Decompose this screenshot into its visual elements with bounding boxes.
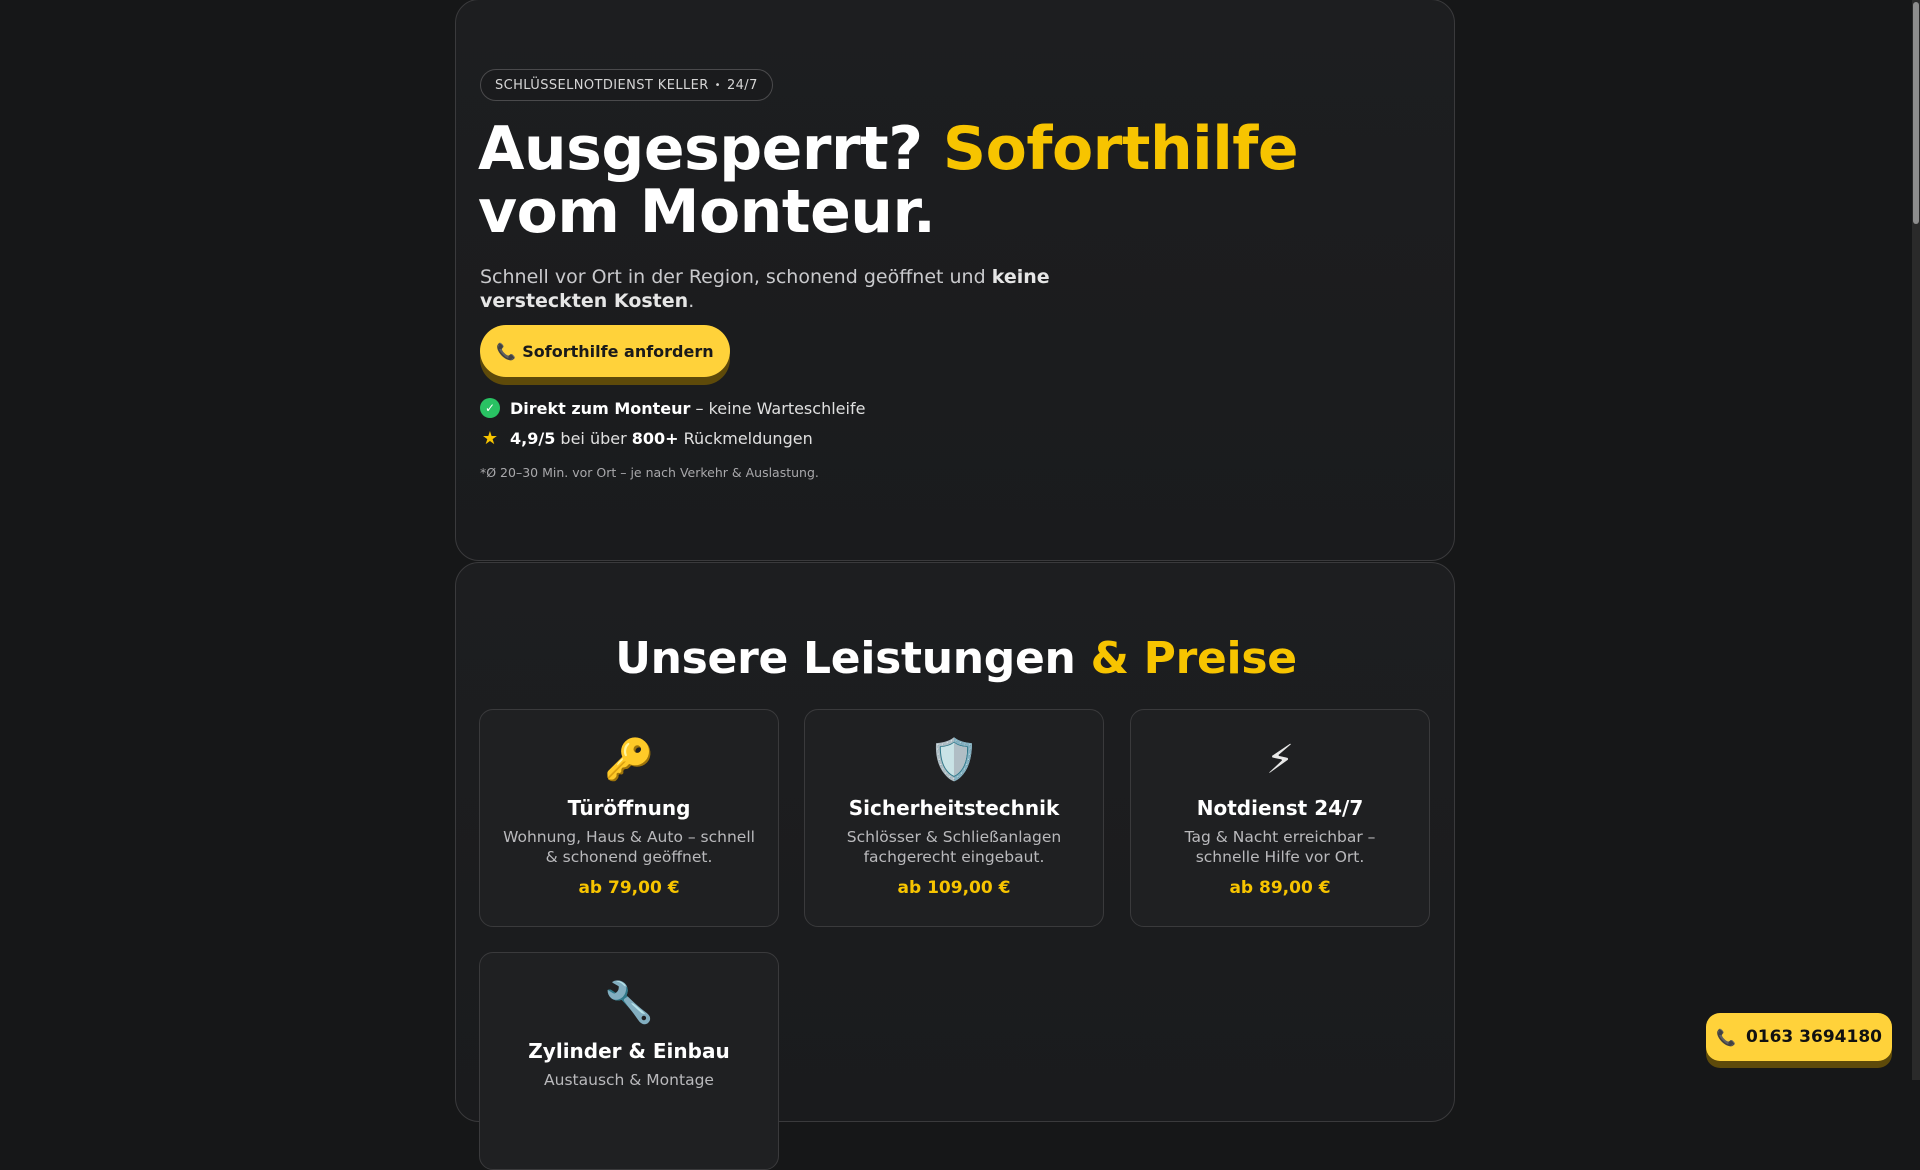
badge-hours: 24/7 [726, 77, 758, 93]
service-title: Notdienst 24/7 [1196, 796, 1364, 820]
subtitle-end: . [688, 290, 695, 312]
shield-icon: 🛡️ [929, 737, 979, 783]
service-card-notdienst[interactable]: ⚡ Notdienst 24/7 Tag & Nacht erreichbar … [1130, 709, 1430, 927]
rating-rest: Rückmeldungen [678, 429, 813, 448]
wrench-icon: 🔧 [604, 980, 654, 1026]
rating-mid: bei über [555, 429, 632, 448]
service-desc: Schlösser & Schließanlagen fachgerecht e… [846, 828, 1062, 866]
phone-icon: 📞 [496, 341, 517, 361]
feature1-bold: Direkt zum Monteur [510, 398, 691, 418]
service-title: Türöffnung [567, 796, 691, 820]
service-badge: SCHLÜSSELNOTDIENST KELLER • 24/7 [480, 69, 773, 101]
service-desc: Wohnung, Haus & Auto – schnell & schonen… [503, 828, 755, 866]
cta-label: Soforthilfe anfordern [522, 341, 714, 361]
service-price: ab 79,00 € [578, 878, 680, 898]
phone-icon: 📞 [1716, 1027, 1736, 1047]
service-desc: Tag & Nacht erreichbar – schnelle Hilfe … [1184, 828, 1376, 866]
feature-rating: ★ 4,9/5 bei über 800+ Rückmeldungen [480, 428, 813, 449]
hero-subtitle: Schnell vor Ort in der Region, schonend … [480, 265, 1160, 313]
service-card-sicherheitstechnik[interactable]: 🛡️ Sicherheitstechnik Schlösser & Schlie… [804, 709, 1104, 927]
scrollbar-thumb[interactable] [1913, 2, 1919, 224]
headline-part2: vom Monteur. [478, 177, 936, 247]
key-icon: 🔑 [604, 737, 654, 783]
badge-separator: • [714, 79, 721, 91]
call-phone-button[interactable]: 📞 0163 3694180 [1706, 1013, 1892, 1061]
check-icon: ✓ [480, 398, 500, 418]
star-icon: ★ [481, 428, 499, 449]
headline-accent: Soforthilfe [942, 114, 1299, 184]
arrival-note: *Ø 20–30 Min. vor Ort – je nach Verkehr … [480, 465, 819, 480]
hero-card: SCHLÜSSELNOTDIENST KELLER • 24/7 Ausgesp… [455, 0, 1455, 561]
service-price: ab 109,00 € [897, 878, 1011, 898]
headline-part1: Ausgesperrt? [478, 114, 943, 184]
subtitle-text: Schnell vor Ort in der Region, schonend … [480, 266, 992, 288]
phone-number: 0163 3694180 [1745, 1027, 1882, 1047]
rating-count: 800+ [631, 429, 679, 448]
service-price: ab 89,00 € [1229, 878, 1331, 898]
services-title-main: Unsere Leistungen [615, 633, 1076, 684]
hero-headline: Ausgesperrt? Soforthilfe vom Monteur. [478, 118, 1378, 244]
services-title: Unsere Leistungen & Preise [456, 633, 1456, 684]
rating-value: 4,9/5 [510, 429, 556, 448]
lightning-icon: ⚡ [1265, 737, 1295, 783]
services-title-accent: & Preise [1075, 633, 1298, 684]
page-scrollbar[interactable] [1912, 0, 1920, 1080]
soforthilfe-button[interactable]: 📞 Soforthilfe anfordern [480, 325, 730, 377]
service-card-zylinder[interactable]: 🔧 Zylinder & Einbau Austausch & Montage [479, 952, 779, 1170]
service-card-tueroeffnung[interactable]: 🔑 Türöffnung Wohnung, Haus & Auto – schn… [479, 709, 779, 927]
service-desc: Austausch & Montage [544, 1071, 714, 1089]
feature-text: Direkt zum Monteur – keine Warteschleife [510, 399, 865, 418]
feature1-rest: – keine Warteschleife [690, 398, 866, 418]
service-title: Zylinder & Einbau [528, 1039, 730, 1063]
badge-label: SCHLÜSSELNOTDIENST KELLER [495, 77, 709, 93]
rating-text: 4,9/5 bei über 800+ Rückmeldungen [510, 429, 813, 448]
feature-direct: ✓ Direkt zum Monteur – keine Warteschlei… [480, 398, 865, 418]
service-title: Sicherheitstechnik [848, 796, 1060, 820]
